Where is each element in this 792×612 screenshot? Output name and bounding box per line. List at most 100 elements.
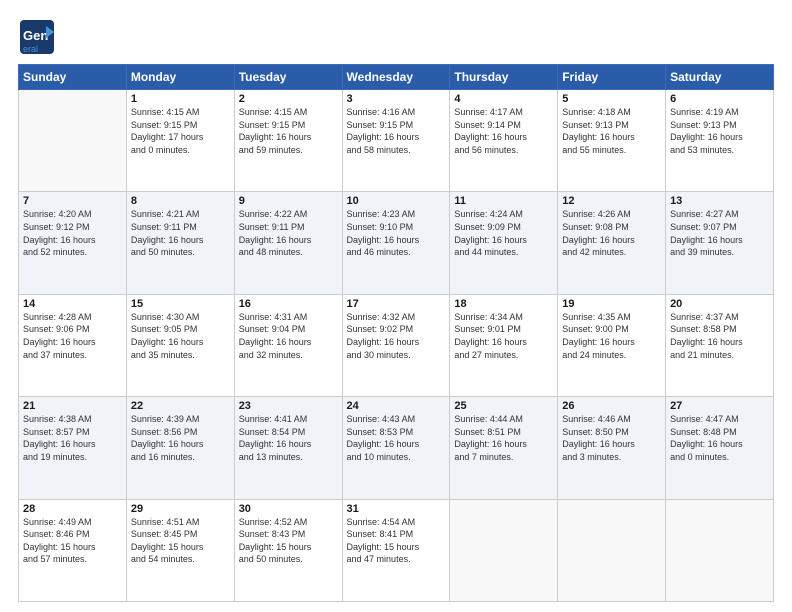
day-info: Sunrise: 4:23 AM Sunset: 9:10 PM Dayligh… xyxy=(347,208,446,258)
day-number: 26 xyxy=(562,400,661,412)
day-number: 4 xyxy=(454,93,553,105)
day-info: Sunrise: 4:30 AM Sunset: 9:05 PM Dayligh… xyxy=(131,311,230,361)
calendar-cell: 6Sunrise: 4:19 AM Sunset: 9:13 PM Daylig… xyxy=(666,90,774,192)
calendar-cell: 31Sunrise: 4:54 AM Sunset: 8:41 PM Dayli… xyxy=(342,499,450,601)
calendar-cell: 4Sunrise: 4:17 AM Sunset: 9:14 PM Daylig… xyxy=(450,90,558,192)
calendar-week-row: 14Sunrise: 4:28 AM Sunset: 9:06 PM Dayli… xyxy=(19,294,774,396)
calendar-header-sunday: Sunday xyxy=(19,65,127,90)
day-number: 29 xyxy=(131,503,230,515)
calendar-cell: 27Sunrise: 4:47 AM Sunset: 8:48 PM Dayli… xyxy=(666,397,774,499)
calendar-cell: 30Sunrise: 4:52 AM Sunset: 8:43 PM Dayli… xyxy=(234,499,342,601)
calendar-cell: 3Sunrise: 4:16 AM Sunset: 9:15 PM Daylig… xyxy=(342,90,450,192)
calendar-cell xyxy=(666,499,774,601)
calendar-header-wednesday: Wednesday xyxy=(342,65,450,90)
day-info: Sunrise: 4:49 AM Sunset: 8:46 PM Dayligh… xyxy=(23,516,122,566)
calendar-cell: 18Sunrise: 4:34 AM Sunset: 9:01 PM Dayli… xyxy=(450,294,558,396)
day-number: 13 xyxy=(670,195,769,207)
day-info: Sunrise: 4:44 AM Sunset: 8:51 PM Dayligh… xyxy=(454,413,553,463)
day-number: 8 xyxy=(131,195,230,207)
header: Gen eral xyxy=(18,18,774,56)
calendar-cell: 14Sunrise: 4:28 AM Sunset: 9:06 PM Dayli… xyxy=(19,294,127,396)
svg-text:eral: eral xyxy=(23,44,38,54)
calendar-cell: 7Sunrise: 4:20 AM Sunset: 9:12 PM Daylig… xyxy=(19,192,127,294)
calendar-cell: 11Sunrise: 4:24 AM Sunset: 9:09 PM Dayli… xyxy=(450,192,558,294)
calendar-week-row: 7Sunrise: 4:20 AM Sunset: 9:12 PM Daylig… xyxy=(19,192,774,294)
day-info: Sunrise: 4:39 AM Sunset: 8:56 PM Dayligh… xyxy=(131,413,230,463)
day-info: Sunrise: 4:31 AM Sunset: 9:04 PM Dayligh… xyxy=(239,311,338,361)
day-info: Sunrise: 4:46 AM Sunset: 8:50 PM Dayligh… xyxy=(562,413,661,463)
day-number: 7 xyxy=(23,195,122,207)
calendar-cell: 19Sunrise: 4:35 AM Sunset: 9:00 PM Dayli… xyxy=(558,294,666,396)
day-number: 12 xyxy=(562,195,661,207)
day-number: 22 xyxy=(131,400,230,412)
day-info: Sunrise: 4:19 AM Sunset: 9:13 PM Dayligh… xyxy=(670,106,769,156)
day-info: Sunrise: 4:47 AM Sunset: 8:48 PM Dayligh… xyxy=(670,413,769,463)
day-info: Sunrise: 4:28 AM Sunset: 9:06 PM Dayligh… xyxy=(23,311,122,361)
calendar-week-row: 1 Sunrise: 4:15 AM Sunset: 9:15 PM Daylig… xyxy=(19,90,774,192)
day-info: Sunrise: 4:38 AM Sunset: 8:57 PM Dayligh… xyxy=(23,413,122,463)
logo-icon: Gen eral xyxy=(18,18,56,56)
calendar-cell: 28Sunrise: 4:49 AM Sunset: 8:46 PM Dayli… xyxy=(19,499,127,601)
day-info: Sunrise: 4:41 AM Sunset: 8:54 PM Dayligh… xyxy=(239,413,338,463)
calendar-cell: 20Sunrise: 4:37 AM Sunset: 8:58 PM Dayli… xyxy=(666,294,774,396)
calendar-cell: 2Sunrise: 4:15 AM Sunset: 9:15 PM Daylig… xyxy=(234,90,342,192)
day-number: 25 xyxy=(454,400,553,412)
calendar-cell: 15Sunrise: 4:30 AM Sunset: 9:05 PM Dayli… xyxy=(126,294,234,396)
day-number: 19 xyxy=(562,298,661,310)
page: Gen eral SundayMondayTuesdayWednesdayThu… xyxy=(0,0,792,612)
day-info: Sunrise: 4:20 AM Sunset: 9:12 PM Dayligh… xyxy=(23,208,122,258)
day-info: Sunrise: 4:26 AM Sunset: 9:08 PM Dayligh… xyxy=(562,208,661,258)
day-info: Sunrise: 4:54 AM Sunset: 8:41 PM Dayligh… xyxy=(347,516,446,566)
logo: Gen eral xyxy=(18,18,58,56)
calendar-header-row: SundayMondayTuesdayWednesdayThursdayFrid… xyxy=(19,65,774,90)
day-number: 9 xyxy=(239,195,338,207)
day-info: Sunrise: 4:37 AM Sunset: 8:58 PM Dayligh… xyxy=(670,311,769,361)
day-number: 28 xyxy=(23,503,122,515)
day-number: 17 xyxy=(347,298,446,310)
day-number: 21 xyxy=(23,400,122,412)
day-info: Sunrise: 4:17 AM Sunset: 9:14 PM Dayligh… xyxy=(454,106,553,156)
calendar-cell: 13Sunrise: 4:27 AM Sunset: 9:07 PM Dayli… xyxy=(666,192,774,294)
day-number: 3 xyxy=(347,93,446,105)
day-info: Sunrise: 4:16 AM Sunset: 9:15 PM Dayligh… xyxy=(347,106,446,156)
calendar-cell: 22Sunrise: 4:39 AM Sunset: 8:56 PM Dayli… xyxy=(126,397,234,499)
day-info: Sunrise: 4:21 AM Sunset: 9:11 PM Dayligh… xyxy=(131,208,230,258)
calendar-header-thursday: Thursday xyxy=(450,65,558,90)
calendar-week-row: 21Sunrise: 4:38 AM Sunset: 8:57 PM Dayli… xyxy=(19,397,774,499)
calendar-week-row: 28Sunrise: 4:49 AM Sunset: 8:46 PM Dayli… xyxy=(19,499,774,601)
day-info: Sunrise: 4:15 AM Sunset: 9:15 PM Dayligh… xyxy=(239,106,338,156)
calendar-cell: 17Sunrise: 4:32 AM Sunset: 9:02 PM Dayli… xyxy=(342,294,450,396)
calendar-cell: 23Sunrise: 4:41 AM Sunset: 8:54 PM Dayli… xyxy=(234,397,342,499)
calendar-cell: 21Sunrise: 4:38 AM Sunset: 8:57 PM Dayli… xyxy=(19,397,127,499)
calendar-cell xyxy=(450,499,558,601)
svg-text:Gen: Gen xyxy=(23,28,48,43)
calendar-cell: 16Sunrise: 4:31 AM Sunset: 9:04 PM Dayli… xyxy=(234,294,342,396)
day-number: 18 xyxy=(454,298,553,310)
day-number: 1 xyxy=(131,93,230,105)
day-info: Sunrise: 4:18 AM Sunset: 9:13 PM Dayligh… xyxy=(562,106,661,156)
day-number: 11 xyxy=(454,195,553,207)
day-number: 15 xyxy=(131,298,230,310)
calendar-cell xyxy=(558,499,666,601)
day-number: 31 xyxy=(347,503,446,515)
day-number: 16 xyxy=(239,298,338,310)
calendar-header-tuesday: Tuesday xyxy=(234,65,342,90)
calendar-cell: 1Sunrise: 4:15 AM Sunset: 9:15 PM Daylig… xyxy=(126,90,234,192)
calendar-header-monday: Monday xyxy=(126,65,234,90)
day-info: Sunrise: 4:22 AM Sunset: 9:11 PM Dayligh… xyxy=(239,208,338,258)
day-info: Sunrise: 4:43 AM Sunset: 8:53 PM Dayligh… xyxy=(347,413,446,463)
day-info: Sunrise: 4:35 AM Sunset: 9:00 PM Dayligh… xyxy=(562,311,661,361)
day-number: 10 xyxy=(347,195,446,207)
calendar-cell: 5Sunrise: 4:18 AM Sunset: 9:13 PM Daylig… xyxy=(558,90,666,192)
day-number: 6 xyxy=(670,93,769,105)
day-info: Sunrise: 4:32 AM Sunset: 9:02 PM Dayligh… xyxy=(347,311,446,361)
calendar-cell: 24Sunrise: 4:43 AM Sunset: 8:53 PM Dayli… xyxy=(342,397,450,499)
day-number: 20 xyxy=(670,298,769,310)
day-number: 23 xyxy=(239,400,338,412)
calendar-cell: 12Sunrise: 4:26 AM Sunset: 9:08 PM Dayli… xyxy=(558,192,666,294)
day-number: 5 xyxy=(562,93,661,105)
calendar-table: SundayMondayTuesdayWednesdayThursdayFrid… xyxy=(18,64,774,602)
day-number: 30 xyxy=(239,503,338,515)
day-number: 2 xyxy=(239,93,338,105)
day-info: Sunrise: 4:34 AM Sunset: 9:01 PM Dayligh… xyxy=(454,311,553,361)
